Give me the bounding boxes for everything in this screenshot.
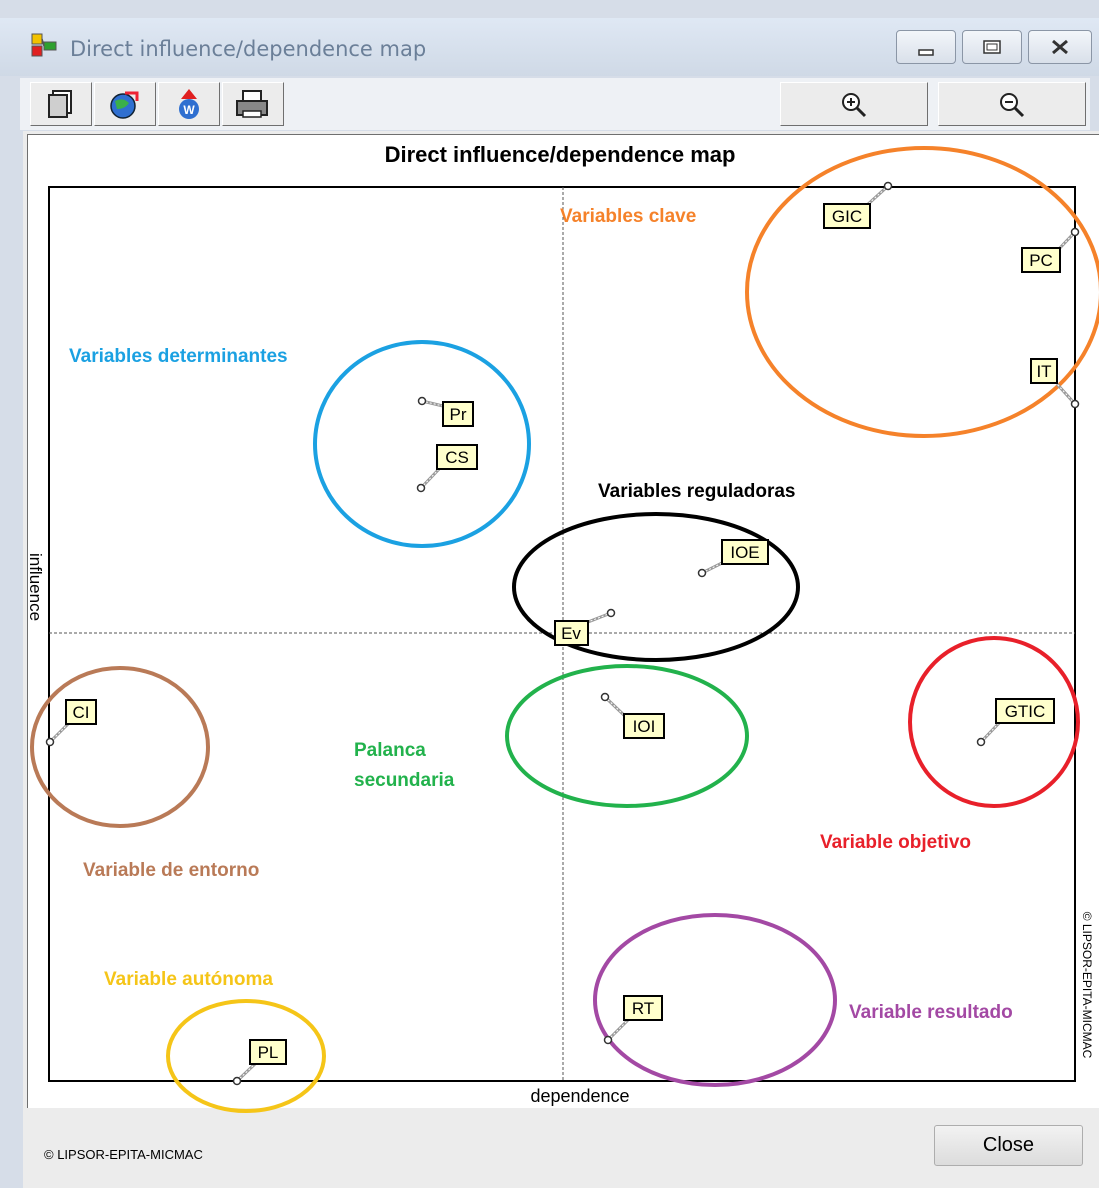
- group-ellipse-clave: [745, 146, 1099, 438]
- group-label-palanca-line1: Palanca: [354, 740, 426, 761]
- group-label-entorno: Variable de entorno: [83, 860, 259, 881]
- group-ellipse-determinantes: [313, 340, 531, 548]
- group-label-palanca-line2: secundaria: [354, 770, 455, 791]
- variable-CI: CI: [45, 699, 97, 747]
- svg-text:PL: PL: [258, 1043, 279, 1062]
- variable-PL: PL: [232, 1039, 287, 1086]
- group-label-clave: Variables clave: [560, 206, 696, 227]
- svg-text:IOI: IOI: [633, 717, 656, 736]
- group-label-autonoma: Variable autónoma: [104, 969, 273, 990]
- variable-Pr: Pr: [417, 396, 474, 427]
- svg-text:GIC: GIC: [832, 207, 862, 226]
- variable-CS: CS: [416, 444, 478, 493]
- group-label-resultado: Variable resultado: [849, 1002, 1013, 1023]
- variable-Ev: Ev: [554, 608, 616, 646]
- close-button[interactable]: Close: [934, 1125, 1083, 1166]
- group-ellipse-entorno: [30, 666, 210, 828]
- group-label-reguladoras: Variables reguladoras: [598, 481, 796, 502]
- group-label-determinantes: Variables determinantes: [69, 346, 288, 367]
- map-window: Direct influence/dependence map W Direct…: [0, 0, 1099, 1188]
- y-axis-label: influence: [26, 553, 45, 621]
- variable-PC: PC: [1021, 227, 1080, 273]
- plot-copyright: © LIPSOR-EPITA-MICMAC: [1080, 912, 1094, 1059]
- svg-text:Pr: Pr: [450, 405, 467, 424]
- x-axis-label: dependence: [530, 1086, 629, 1106]
- svg-text:PC: PC: [1029, 251, 1053, 270]
- svg-text:IOE: IOE: [730, 543, 759, 562]
- variable-IOI: IOI: [600, 692, 665, 739]
- variable-GTIC: GTIC: [976, 698, 1055, 747]
- influence-dependence-map: Direct influence/dependence map dependen…: [26, 142, 1099, 1113]
- group-ellipse-autonoma: [166, 999, 326, 1113]
- map-title: Direct influence/dependence map: [385, 142, 736, 167]
- svg-text:RT: RT: [632, 999, 654, 1018]
- footer-copyright: © LIPSOR-EPITA-MICMAC: [44, 1147, 203, 1162]
- svg-text:IT: IT: [1036, 362, 1051, 381]
- variable-RT: RT: [603, 995, 663, 1045]
- svg-text:CS: CS: [445, 448, 469, 467]
- svg-text:CI: CI: [73, 703, 90, 722]
- variable-IOE: IOE: [697, 539, 769, 578]
- variable-GIC: GIC: [823, 181, 893, 229]
- group-label-objetivo: Variable objetivo: [820, 832, 971, 853]
- svg-text:Ev: Ev: [561, 624, 581, 643]
- svg-text:GTIC: GTIC: [1005, 702, 1046, 721]
